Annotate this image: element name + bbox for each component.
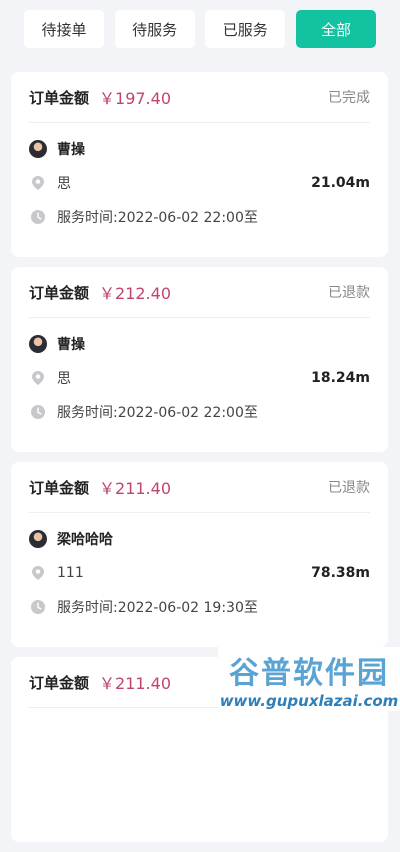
tab-pending-service[interactable]: 待服务 bbox=[114, 10, 195, 48]
order-amount: ￥197.40 bbox=[99, 89, 172, 108]
user-row: 曹操 bbox=[29, 327, 370, 361]
order-amount: ￥211.40 bbox=[99, 479, 172, 498]
avatar bbox=[29, 140, 47, 158]
watermark-title: 谷普软件园 bbox=[229, 656, 389, 691]
order-status: 已退款 bbox=[328, 285, 370, 301]
user-row: 梁哈哈哈 bbox=[29, 522, 370, 556]
amount-label: 订单金额 bbox=[29, 283, 90, 302]
amount-label: 订单金额 bbox=[29, 88, 90, 107]
address-text: 111 bbox=[57, 565, 84, 581]
location-pin-icon bbox=[31, 176, 45, 190]
tab-served[interactable]: 已服务 bbox=[205, 10, 286, 48]
location-pin-icon bbox=[31, 566, 45, 580]
time-row: 服务时间:2022-06-02 19:30至 bbox=[29, 590, 370, 624]
clock-icon bbox=[31, 210, 45, 224]
address-row: 思 21.04m bbox=[29, 166, 370, 200]
avatar bbox=[29, 335, 47, 353]
location-pin-icon bbox=[31, 371, 45, 385]
order-card[interactable]: 订单金额 ￥197.40 已完成 曹操 思 21.04m 服务时间:2022-0… bbox=[11, 72, 388, 257]
filter-tabs: 待接单 待服务 已服务 全部 bbox=[0, 0, 400, 58]
address-text: 思 bbox=[57, 371, 71, 387]
address-text: 思 bbox=[57, 176, 71, 192]
user-name: 梁哈哈哈 bbox=[57, 532, 113, 548]
time-row: 服务时间:2022-06-02 22:00至 bbox=[29, 395, 370, 429]
order-status: 已退款 bbox=[328, 480, 370, 496]
watermark-logo: 谷普软件园 www.gupuxlazai.com bbox=[218, 647, 400, 711]
order-card[interactable]: 订单金额 ￥211.40 已退款 梁哈哈哈 111 78.38m 服务时间:20… bbox=[11, 462, 388, 647]
distance: 18.24m bbox=[311, 370, 370, 386]
order-amount: ￥211.40 bbox=[99, 674, 172, 693]
order-header: 订单金额 ￥197.40 已完成 bbox=[29, 72, 370, 123]
user-name: 曹操 bbox=[57, 142, 85, 158]
avatar bbox=[29, 530, 47, 548]
service-time: 服务时间:2022-06-02 22:00至 bbox=[57, 210, 258, 226]
order-card[interactable]: 订单金额 ￥212.40 已退款 曹操 思 18.24m 服务时间:2022-0… bbox=[11, 267, 388, 452]
service-time: 服务时间:2022-06-02 22:00至 bbox=[57, 405, 258, 421]
watermark-url: www.gupuxlazai.com bbox=[219, 692, 399, 710]
address-row: 111 78.38m bbox=[29, 556, 370, 590]
clock-icon bbox=[31, 405, 45, 419]
service-time: 服务时间:2022-06-02 19:30至 bbox=[57, 600, 258, 616]
order-list: 订单金额 ￥197.40 已完成 曹操 思 21.04m 服务时间:2022-0… bbox=[11, 72, 388, 852]
tab-pending-accept[interactable]: 待接单 bbox=[24, 10, 104, 48]
user-row: 曹操 bbox=[29, 132, 370, 166]
order-header: 订单金额 ￥212.40 已退款 bbox=[29, 267, 370, 318]
address-row: 思 18.24m bbox=[29, 361, 370, 395]
time-row: 服务时间:2022-06-02 22:00至 bbox=[29, 200, 370, 234]
amount-label: 订单金额 bbox=[29, 673, 90, 692]
distance: 78.38m bbox=[311, 565, 370, 581]
user-name: 曹操 bbox=[57, 337, 85, 353]
order-header: 订单金额 ￥211.40 已退款 bbox=[29, 462, 370, 513]
amount-label: 订单金额 bbox=[29, 478, 90, 497]
order-amount: ￥212.40 bbox=[99, 284, 172, 303]
clock-icon bbox=[31, 600, 45, 614]
distance: 21.04m bbox=[311, 175, 370, 191]
tab-all[interactable]: 全部 bbox=[295, 10, 376, 48]
order-status: 已完成 bbox=[328, 90, 370, 106]
